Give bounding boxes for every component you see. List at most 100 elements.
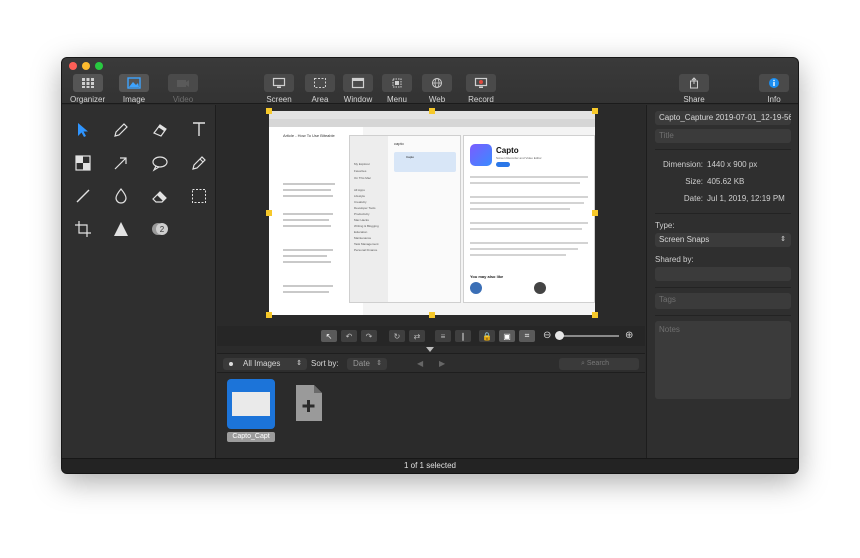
title-field[interactable]: Title (655, 129, 791, 143)
description-line (470, 176, 588, 178)
zoom-in-icon[interactable]: ⊕ (625, 330, 633, 341)
sidebar-item: Favorites (354, 169, 367, 173)
new-document-button[interactable] (295, 384, 323, 422)
menu-label: Menu (386, 95, 407, 104)
monitor-icon (264, 74, 294, 92)
callout-tool[interactable] (148, 152, 172, 174)
area-capture-button[interactable]: Area (305, 74, 335, 104)
resize-handle[interactable] (592, 108, 598, 114)
resize-handle[interactable] (592, 312, 598, 318)
app-name: Capto (496, 146, 519, 155)
image-icon (119, 74, 149, 92)
pen-tool[interactable] (109, 119, 133, 141)
minimize-window-button[interactable] (82, 62, 90, 70)
resize-handle[interactable] (266, 108, 272, 114)
next-arrow-icon[interactable]: ▶ (439, 358, 445, 370)
zoom-out-icon[interactable]: ⊖ (543, 330, 551, 341)
previous-arrow-icon[interactable]: ◀ (417, 358, 423, 370)
description-line (470, 182, 580, 184)
resize-handle[interactable] (266, 210, 272, 216)
rotate-button[interactable]: ↻ (389, 330, 405, 342)
menu-capture-button[interactable]: Menu (382, 74, 412, 104)
fit-screen-button[interactable]: ▣ (499, 330, 515, 342)
sort-value: Date (353, 359, 370, 368)
eraser-tool[interactable] (148, 185, 172, 207)
align-button[interactable]: ≡ (435, 330, 451, 342)
lock-button[interactable]: 🔒 (479, 330, 495, 342)
tags-field[interactable]: Tags (655, 293, 791, 309)
highlighter-tool[interactable] (148, 119, 172, 141)
pencil-tool[interactable] (187, 152, 211, 174)
app-window: Organizer Image Video Screen Area Window… (62, 58, 798, 473)
filename-field[interactable]: Capto_Capture 2019-07-01_12-19-56 (655, 111, 791, 125)
flip-button[interactable]: ⇄ (409, 330, 425, 342)
app-detail-panel: Capto Screen Recorder and Video Editor Y… (463, 135, 595, 303)
pencil-icon (192, 156, 206, 170)
fill-tool[interactable] (109, 185, 133, 207)
redo-button[interactable]: ↷ (361, 330, 377, 342)
shape-tool[interactable] (109, 218, 133, 240)
related-app-icon (470, 282, 482, 294)
blur-tool[interactable] (71, 152, 95, 174)
pixelate-icon (75, 155, 91, 171)
svg-text:2: 2 (160, 225, 165, 234)
video-button[interactable]: Video (168, 74, 198, 104)
screen-capture-button[interactable]: Screen (264, 74, 294, 104)
dimension-label: Dimension: (662, 160, 703, 169)
crop-view-button[interactable]: ⌗ (519, 330, 535, 342)
zoom-slider[interactable] (557, 335, 619, 337)
cursor-arrow-icon (78, 123, 88, 137)
image-label: Image (122, 95, 146, 104)
window-icon (343, 74, 373, 92)
divider (655, 149, 791, 150)
organizer-button[interactable]: Organizer (70, 74, 105, 104)
window-capture-button[interactable]: Window (343, 74, 373, 104)
doc-line (283, 291, 329, 293)
thumbnail-preview (232, 392, 270, 416)
info-button[interactable]: Info (759, 74, 789, 104)
sidebar-item: Maintenance (354, 236, 372, 240)
sidebar-item: Task Management (354, 242, 379, 246)
description-line (470, 222, 588, 224)
numbering-tool[interactable]: 2 (148, 218, 172, 240)
doc-title: Article - How To Use Biteable (283, 133, 335, 138)
toolbar: Organizer Image Video Screen Area Window… (62, 58, 798, 104)
close-window-button[interactable] (69, 62, 77, 70)
zoom-slider-knob[interactable] (555, 331, 564, 340)
collapse-chevron-icon[interactable] (426, 347, 434, 352)
sort-select[interactable]: Date ⇕ (347, 358, 387, 370)
resize-handle[interactable] (429, 108, 435, 114)
globe-icon (422, 74, 452, 92)
type-select[interactable]: Screen Snaps ⇕ (655, 233, 791, 247)
distribute-button[interactable]: ∥ (455, 330, 471, 342)
library-search-input[interactable]: ⌕ Search (559, 358, 639, 370)
arrow-select-tool[interactable] (71, 119, 95, 141)
share-button[interactable]: Share (679, 74, 709, 104)
doc-line (283, 183, 335, 185)
crop-tool[interactable] (71, 218, 95, 240)
description-line (470, 248, 578, 250)
resize-handle[interactable] (429, 312, 435, 318)
record-label: Record (468, 95, 494, 104)
image-button[interactable]: Image (119, 74, 149, 104)
web-capture-button[interactable]: Web (422, 74, 452, 104)
select-mode-button[interactable]: ↖ (321, 330, 337, 342)
also-like-heading: You may also like (470, 274, 504, 279)
resize-handle[interactable] (266, 312, 272, 318)
image-canvas[interactable]: Article - How To Use Biteable My Explore… (217, 105, 645, 330)
resize-handle[interactable] (592, 210, 598, 216)
status-bar: 1 of 1 selected (62, 458, 798, 473)
library-filter-select[interactable]: All Images ⇕ (223, 358, 307, 370)
notes-field[interactable]: Notes (655, 321, 791, 399)
maximize-window-button[interactable] (95, 62, 103, 70)
line-tool[interactable] (71, 185, 95, 207)
library-thumbnail[interactable] (227, 379, 275, 429)
text-tool[interactable] (187, 118, 211, 140)
selection-tool[interactable] (187, 185, 211, 207)
arrow-tool[interactable] (109, 152, 133, 174)
related-app-icon (534, 282, 546, 294)
record-button[interactable]: Record (466, 74, 496, 104)
divider (655, 315, 791, 316)
undo-button[interactable]: ↶ (341, 330, 357, 342)
shared-by-field[interactable] (655, 267, 791, 281)
